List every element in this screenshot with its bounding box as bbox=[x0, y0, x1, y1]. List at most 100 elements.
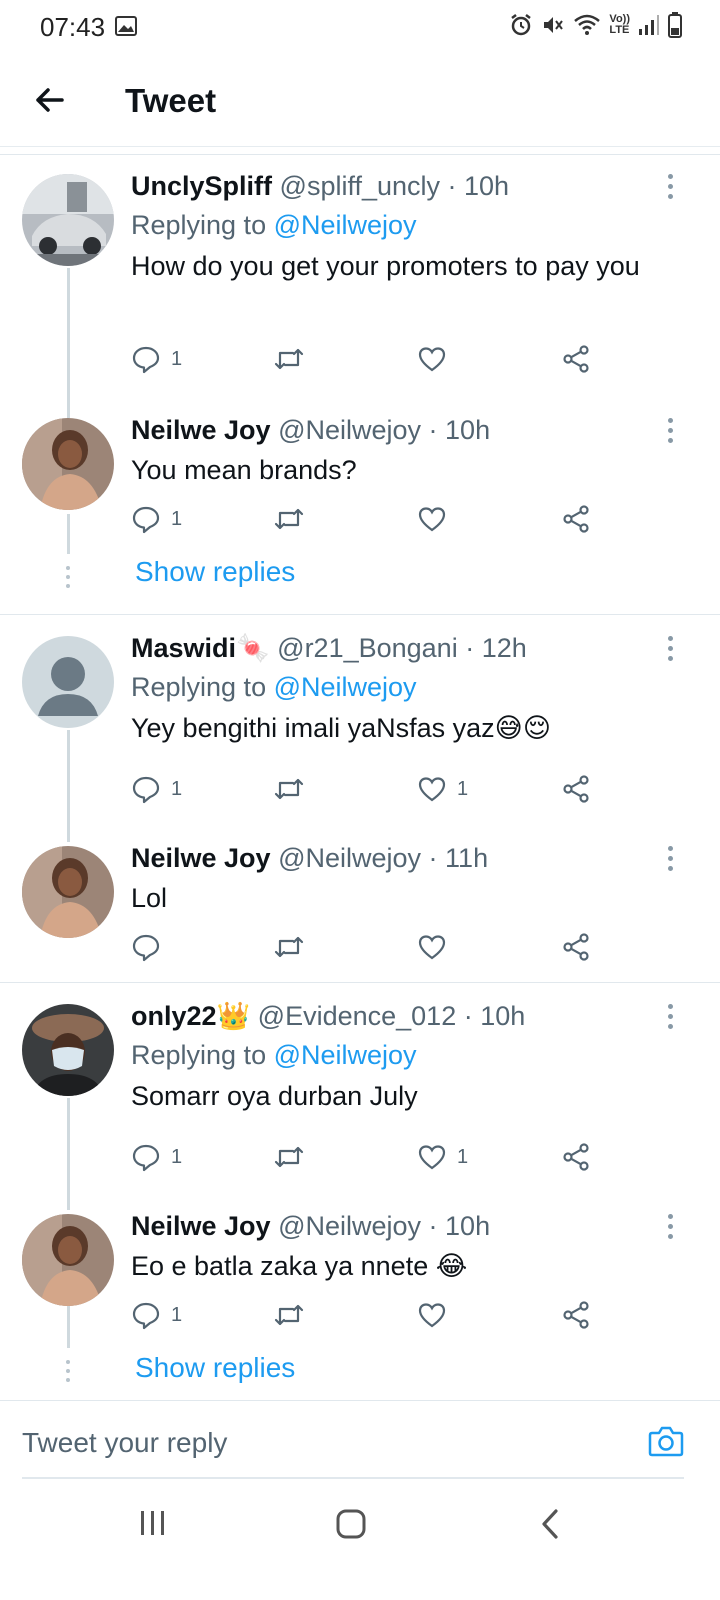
tweet-actions: 1 bbox=[131, 1300, 601, 1336]
tweet-text: Somarr oya durban July bbox=[131, 1081, 418, 1111]
display-name[interactable]: Neilwe Joy bbox=[131, 1211, 271, 1241]
reply-input[interactable]: Tweet your reply bbox=[22, 1427, 227, 1459]
display-name[interactable]: Neilwe Joy bbox=[131, 843, 271, 873]
show-replies-link[interactable]: Show replies bbox=[135, 556, 295, 588]
system-nav-bar bbox=[0, 1480, 720, 1600]
retweet-button[interactable] bbox=[273, 774, 315, 804]
mute-icon bbox=[541, 13, 565, 37]
avatar[interactable] bbox=[22, 418, 114, 510]
handle[interactable]: @Evidence_012 bbox=[258, 1001, 457, 1031]
heart-icon bbox=[417, 1300, 447, 1330]
mention-link[interactable]: @Neilwejoy bbox=[274, 210, 417, 240]
avatar[interactable] bbox=[22, 1004, 114, 1096]
reply-count: 1 bbox=[171, 507, 183, 530]
replying-to: Replying to @Neilwejoy bbox=[131, 208, 660, 242]
alarm-icon bbox=[509, 13, 533, 37]
retweet-button[interactable] bbox=[273, 1142, 315, 1172]
like-button[interactable] bbox=[417, 504, 457, 534]
heart-icon bbox=[417, 932, 447, 962]
more-options-icon[interactable] bbox=[668, 418, 674, 448]
tweet-header: Neilwe Joy @Neilwejoy · 10h bbox=[131, 1210, 660, 1242]
arrow-left-icon[interactable] bbox=[30, 80, 70, 120]
tweet-header: Maswidi🍬 @r21_Bongani · 12h bbox=[131, 632, 660, 664]
share-icon bbox=[561, 504, 591, 534]
share-icon bbox=[561, 1142, 591, 1172]
retweet-icon bbox=[273, 774, 305, 804]
tweet-actions: 1 1 bbox=[131, 1142, 601, 1178]
like-button[interactable]: 1 bbox=[417, 1142, 468, 1172]
heart-icon bbox=[417, 344, 447, 374]
tweet-header: Neilwe Joy @Neilwejoy · 11h bbox=[131, 842, 660, 874]
share-button[interactable] bbox=[561, 344, 591, 374]
retweet-button[interactable] bbox=[273, 932, 315, 962]
heart-icon bbox=[417, 504, 447, 534]
reply-composer[interactable]: Tweet your reply bbox=[0, 1400, 720, 1479]
battery-icon bbox=[668, 12, 682, 38]
handle[interactable]: @Neilwejoy bbox=[278, 415, 421, 445]
reply-button[interactable] bbox=[131, 932, 171, 962]
share-button[interactable] bbox=[561, 774, 591, 804]
reply-button[interactable]: 1 bbox=[131, 774, 182, 804]
retweet-button[interactable] bbox=[273, 504, 315, 534]
handle[interactable]: @Neilwejoy bbox=[278, 843, 421, 873]
share-button[interactable] bbox=[561, 932, 591, 962]
avatar[interactable] bbox=[22, 174, 114, 266]
timestamp: · 10h bbox=[428, 415, 491, 445]
camera-icon[interactable] bbox=[648, 1425, 684, 1462]
more-options-icon[interactable] bbox=[668, 174, 674, 204]
status-time: 07:43 bbox=[40, 12, 106, 42]
more-options-icon[interactable] bbox=[668, 636, 674, 666]
tweet-header: UnclySpliff @spliff_uncly · 10h bbox=[131, 170, 660, 202]
retweet-icon bbox=[273, 504, 305, 534]
retweet-icon bbox=[273, 344, 305, 374]
tweet-text: Yey bengithi imali yaNsfas yaz😅😌 bbox=[131, 713, 551, 743]
tweet-text: You mean brands? bbox=[131, 455, 357, 485]
display-name[interactable]: Neilwe Joy bbox=[131, 415, 271, 445]
back-icon[interactable] bbox=[538, 1508, 562, 1545]
heart-icon bbox=[417, 774, 447, 804]
more-options-icon[interactable] bbox=[668, 1214, 674, 1244]
reply-button[interactable]: 1 bbox=[131, 344, 182, 374]
timestamp: · 10h bbox=[428, 1211, 491, 1241]
app-bar: Tweet bbox=[0, 60, 720, 147]
reply-button[interactable]: 1 bbox=[131, 504, 182, 534]
show-replies-link[interactable]: Show replies bbox=[135, 1352, 295, 1384]
home-icon[interactable] bbox=[335, 1508, 367, 1545]
more-options-icon[interactable] bbox=[668, 1004, 674, 1034]
retweet-icon bbox=[273, 1142, 305, 1172]
more-options-icon[interactable] bbox=[668, 846, 674, 876]
like-button[interactable]: 1 bbox=[417, 774, 468, 804]
tweet-header: Neilwe Joy @Neilwejoy · 10h bbox=[131, 414, 660, 446]
retweet-button[interactable] bbox=[273, 1300, 315, 1330]
mention-link[interactable]: @Neilwejoy bbox=[274, 1040, 417, 1070]
share-button[interactable] bbox=[561, 1142, 591, 1172]
reply-button[interactable]: 1 bbox=[131, 1300, 182, 1330]
replying-to: Replying to @Neilwejoy bbox=[131, 1038, 660, 1072]
tweet-actions bbox=[131, 932, 601, 968]
handle[interactable]: @Neilwejoy bbox=[278, 1211, 421, 1241]
share-button[interactable] bbox=[561, 1300, 591, 1330]
retweet-button[interactable] bbox=[273, 344, 315, 374]
timestamp: · 12h bbox=[465, 633, 527, 663]
display-name[interactable]: only22👑 bbox=[131, 1001, 250, 1031]
status-bar: 07:43 Vo)) LTE bbox=[0, 0, 720, 52]
page-title: Tweet bbox=[125, 82, 217, 119]
avatar[interactable] bbox=[22, 1214, 114, 1306]
display-name[interactable]: Maswidi🍬 bbox=[131, 633, 270, 663]
like-button[interactable] bbox=[417, 344, 457, 374]
like-button[interactable] bbox=[417, 932, 457, 962]
share-button[interactable] bbox=[561, 504, 591, 534]
composer-underline bbox=[22, 1477, 684, 1479]
avatar[interactable] bbox=[22, 846, 114, 938]
handle[interactable]: @r21_Bongani bbox=[277, 633, 458, 663]
like-button[interactable] bbox=[417, 1300, 457, 1330]
handle[interactable]: @spliff_uncly bbox=[280, 171, 440, 201]
display-name[interactable]: UnclySpliff bbox=[131, 171, 272, 201]
retweet-icon bbox=[273, 1300, 305, 1330]
tweet-actions: 1 1 bbox=[131, 774, 601, 810]
mention-link[interactable]: @Neilwejoy bbox=[274, 672, 417, 702]
recents-icon[interactable] bbox=[138, 1508, 168, 1543]
avatar[interactable] bbox=[22, 636, 114, 728]
reply-button[interactable]: 1 bbox=[131, 1142, 182, 1172]
like-count: 1 bbox=[457, 777, 469, 800]
